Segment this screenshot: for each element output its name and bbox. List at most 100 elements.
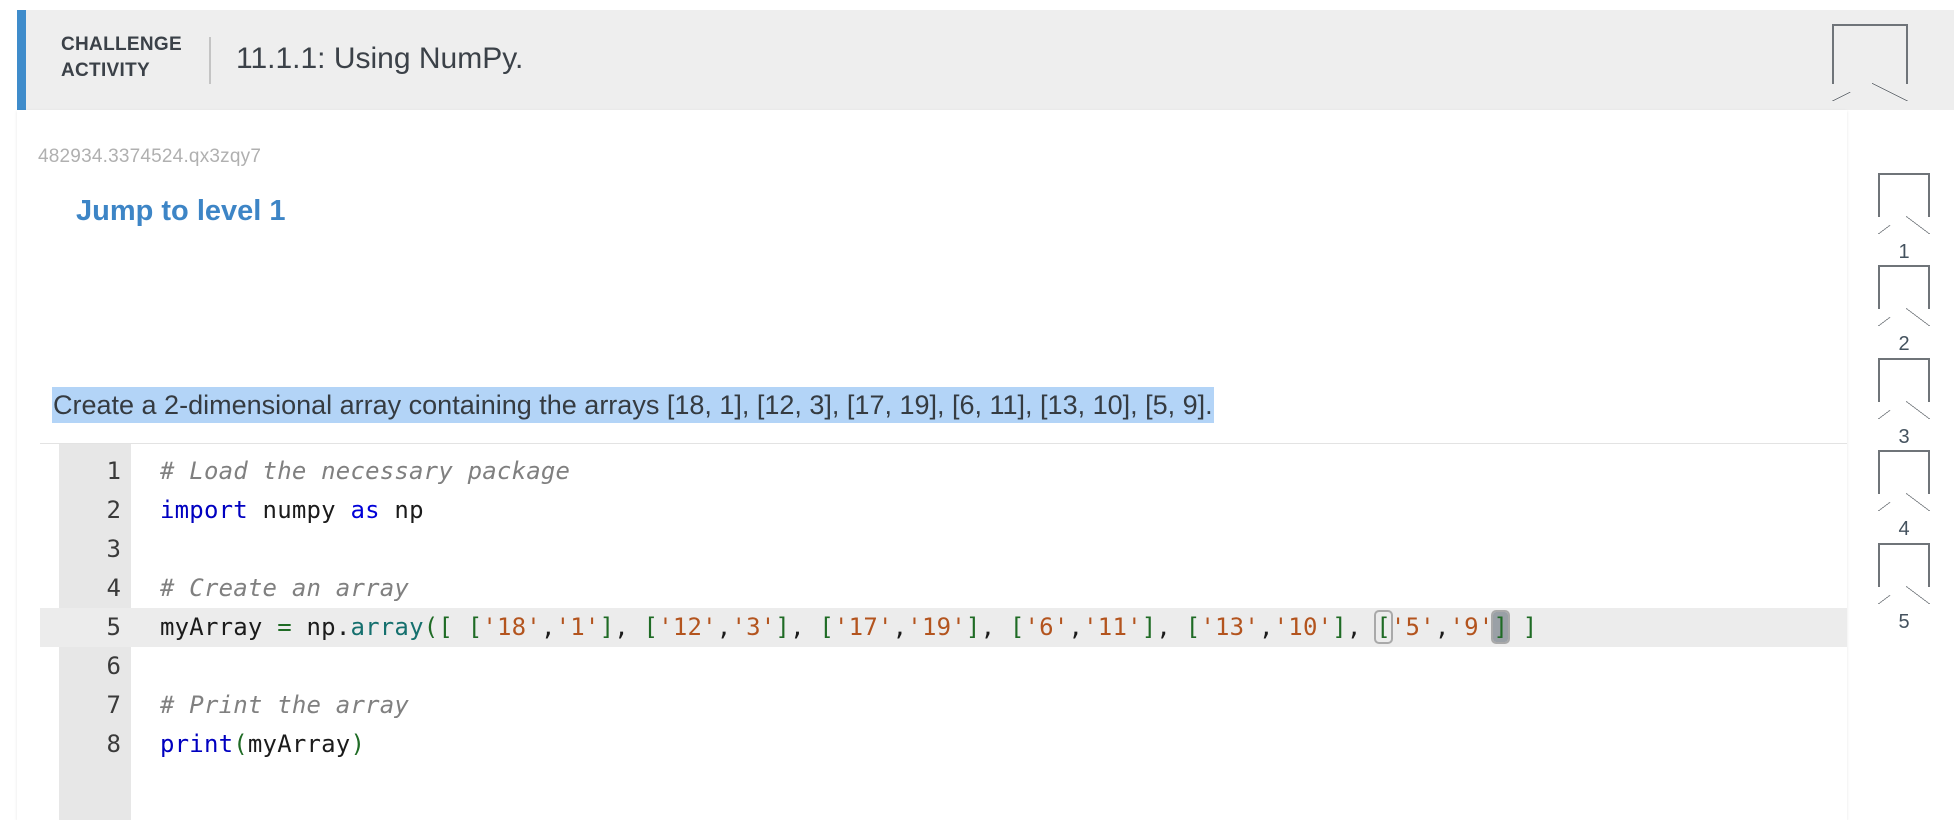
level-badge-label: 5 <box>1898 611 1910 633</box>
code-token: , <box>716 613 732 641</box>
code-token: , <box>1258 613 1274 641</box>
code-token: , <box>892 613 908 641</box>
code-line-text: myArray = np.array([ ['18','1'], ['12','… <box>160 608 1537 647</box>
code-token: print <box>160 730 234 758</box>
code-token: ] <box>1491 610 1511 644</box>
code-token: '18' <box>482 613 541 641</box>
line-number: 8 <box>106 730 121 758</box>
code-token: np <box>379 496 424 524</box>
code-token: '3' <box>731 613 776 641</box>
page-title: 11.1.1: Using NumPy. <box>236 42 524 75</box>
code-token: import <box>160 496 248 524</box>
code-line[interactable]: 5 myArray = np.array([ ['18','1'], ['12',… <box>40 608 1847 647</box>
level-badge-label: 4 <box>1898 518 1910 540</box>
challenge-activity-kicker: CHALLENGE ACTIVITY <box>61 34 182 81</box>
level-badge-5[interactable]: 5 <box>1870 543 1938 632</box>
code-token: ) <box>350 730 366 758</box>
code-token: , <box>980 613 1010 641</box>
code-token: ] <box>1522 613 1538 641</box>
pentagon-badge-icon <box>1832 24 1908 101</box>
code-line-text: # Load the necessary package <box>160 452 570 491</box>
code-line-text: import numpy as np <box>160 491 424 530</box>
code-token: '1' <box>555 613 600 641</box>
code-token: '13' <box>1200 613 1259 641</box>
line-number: 1 <box>106 457 121 485</box>
header-divider <box>209 37 211 84</box>
code-line-text: # Create an array <box>160 569 409 608</box>
code-token: ] <box>1332 613 1347 641</box>
code-line[interactable]: 4 # Create an array <box>40 569 1847 608</box>
code-token: array <box>350 613 424 641</box>
code-token: ] <box>1141 613 1157 641</box>
code-token: , <box>1156 613 1186 641</box>
code-token: numpy <box>247 496 351 524</box>
code-line[interactable]: 1 # Load the necessary package <box>40 452 1847 491</box>
code-token: np <box>291 613 336 641</box>
page-top-strip <box>0 0 1954 10</box>
code-line[interactable]: 6 <box>40 647 1847 686</box>
code-token: # Create an array <box>160 574 410 602</box>
level-badge-4[interactable]: 4 <box>1870 450 1938 539</box>
code-line[interactable]: 7 # Print the array <box>40 686 1847 725</box>
level-badge-label: 3 <box>1898 426 1910 448</box>
code-token: ] <box>965 613 981 641</box>
header-pentagon-badge-icon <box>1832 24 1908 101</box>
instruction-text: Create a 2-dimensional array containing … <box>52 387 1214 423</box>
code-token: '19' <box>907 613 966 641</box>
code-token: # Print the array <box>160 691 410 719</box>
code-token: '10' <box>1273 613 1333 641</box>
line-number: 5 <box>106 613 121 641</box>
level-badge-2[interactable]: 2 <box>1870 265 1938 354</box>
jump-to-level-link[interactable]: Jump to level 1 <box>76 195 286 228</box>
level-badge-3[interactable]: 3 <box>1870 358 1938 447</box>
code-line[interactable]: 8 print(myArray) <box>40 725 1847 764</box>
code-token: = <box>277 613 292 641</box>
code-token: ] <box>775 613 791 641</box>
line-number: 6 <box>106 652 121 680</box>
code-token: ( <box>423 613 439 641</box>
code-line-text: print(myArray) <box>160 725 365 764</box>
level-badge-1[interactable]: 1 <box>1870 173 1938 262</box>
code-token: , <box>1346 613 1377 641</box>
code-line[interactable]: 3 <box>40 530 1847 569</box>
code-token: '5' <box>1390 613 1435 641</box>
code-token: ( <box>233 730 248 758</box>
level-progress-rail: 1 2 3 4 5 <box>1854 110 1954 820</box>
pentagon-badge-icon <box>1878 358 1930 419</box>
line-number: 2 <box>106 496 121 524</box>
challenge-activity-page: CHALLENGE ACTIVITY 11.1.1: Using NumPy. … <box>0 0 1954 820</box>
code-token: [ <box>1009 613 1025 641</box>
code-token: '9' <box>1449 613 1494 641</box>
code-token: [ <box>1374 610 1393 644</box>
code-token: . <box>335 613 351 641</box>
code-token: , <box>540 613 556 641</box>
pentagon-badge-icon <box>1878 543 1930 604</box>
code-token: [ <box>819 613 835 641</box>
line-number: 7 <box>106 691 121 719</box>
code-token: '6' <box>1024 613 1069 641</box>
activity-header: CHALLENGE ACTIVITY 11.1.1: Using NumPy. <box>17 10 1954 110</box>
code-token: as <box>350 496 380 524</box>
line-number: 3 <box>106 535 121 563</box>
code-token: [ <box>1185 613 1201 641</box>
level-badge-label: 2 <box>1898 333 1910 355</box>
code-token: , <box>614 613 644 641</box>
pentagon-badge-icon <box>1878 450 1930 511</box>
pentagon-badge-icon <box>1878 173 1930 234</box>
activity-id: 482934.3374524.qx3zqy7 <box>38 146 262 167</box>
code-line[interactable]: 2 import numpy as np <box>40 491 1847 530</box>
code-editor[interactable]: 1 # Load the necessary package 2 import num… <box>40 443 1847 820</box>
line-number: 4 <box>106 574 121 602</box>
code-token: # Load the necessary package <box>160 457 571 485</box>
code-token: , <box>1068 613 1084 641</box>
code-token: [ <box>467 613 483 641</box>
code-token: '12' <box>658 613 717 641</box>
code-token: ] <box>599 613 615 641</box>
code-token: '11' <box>1083 613 1142 641</box>
code-token: , <box>1434 613 1450 641</box>
code-token: myArray <box>160 613 278 641</box>
editor-code-lines[interactable]: 1 # Load the necessary package 2 import num… <box>40 452 1847 764</box>
pentagon-badge-icon <box>1878 265 1930 326</box>
